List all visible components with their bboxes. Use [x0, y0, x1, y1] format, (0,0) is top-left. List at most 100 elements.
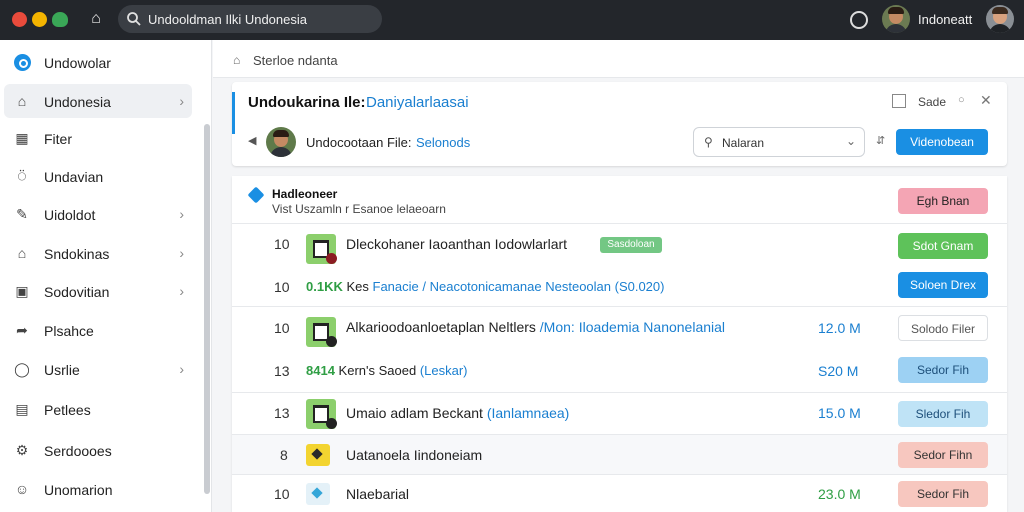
avatar[interactable]: [882, 5, 910, 33]
sidebar-item-label: Uidoldot: [44, 207, 96, 223]
sidebar-item-label: Undowolar: [44, 55, 111, 71]
status-badge: Sasdoloan: [600, 237, 662, 253]
user-name[interactable]: Indoneatt: [918, 12, 972, 27]
table-row[interactable]: 10 Alkarioodoanloetaplan Neltlers /Mon: …: [232, 307, 1007, 393]
chevron-right-icon: ›: [179, 245, 184, 261]
search-bar[interactable]: Undooldman Ilki Undonesia: [118, 5, 382, 33]
table-row[interactable]: 10 Nlaebarial 23.0 M Sedor Fih: [232, 475, 1007, 512]
row-number: 10: [274, 320, 290, 336]
sidebar-item-serdoooes[interactable]: ⚙ Serdoooes: [4, 433, 192, 467]
sidebar-item-usrlie[interactable]: ◯ Usrlie ›: [4, 352, 192, 386]
gear-icon: ⚙: [15, 442, 29, 458]
app-logo[interactable]: [12, 10, 72, 30]
row-secondary-button[interactable]: Soloen Drex: [898, 272, 988, 298]
sidebar-item-label: Sndokinas: [44, 246, 110, 262]
top-bar: ⌂ Undooldman Ilki Undonesia Indoneatt: [0, 0, 1024, 40]
sort-icon[interactable]: ⇵: [876, 134, 885, 147]
chevron-right-icon: ›: [179, 206, 184, 222]
file-name[interactable]: Umaio adlam Beckant (Ianlamnaea): [346, 405, 569, 421]
row-action-button[interactable]: Sdot Gnam: [898, 233, 988, 259]
sidebar-item-plsahce[interactable]: ➦ Plsahce: [4, 313, 192, 347]
list-header-subtitle: Vist Uszamln r Esanoe lelaeoarn: [272, 202, 446, 216]
sidebar-item-undavian[interactable]: ⍥ Undavian: [4, 159, 192, 193]
sidebar-item-label: Unomarion: [44, 482, 113, 498]
header-action-button[interactable]: Egh Bnan: [898, 188, 988, 214]
file-label: Undocootaan File:: [306, 135, 412, 150]
profile-avatar[interactable]: [986, 5, 1014, 33]
diamond-icon: [247, 186, 265, 204]
row-action-button[interactable]: Sedor Fih: [898, 481, 988, 507]
search-icon: [127, 12, 141, 26]
table-row[interactable]: 10 Dleckohaner Iaoanthan Iodowlarlart Sa…: [232, 225, 1007, 307]
chevron-right-icon: ›: [179, 361, 184, 377]
filter-dropdown[interactable]: ⚲ Nalaran ⌄: [693, 127, 865, 157]
home-icon[interactable]: ⌂: [233, 53, 240, 67]
row-number: 13: [274, 363, 290, 379]
sidebar-scrollbar[interactable]: [204, 124, 210, 494]
file-size: 23.0 M: [818, 486, 861, 502]
sidebar-item-label: Usrlie: [44, 362, 80, 378]
pen-icon: ✎: [16, 206, 28, 222]
sidebar-item-filter[interactable]: ▦ Fiter: [4, 121, 192, 155]
sidebar-item-label: Sodovitian: [44, 284, 110, 300]
file-name[interactable]: Alkarioodoanloetaplan Neltlers /Mon: Ilo…: [346, 319, 725, 335]
page-title-accent: Daniyalarlaasai: [366, 94, 469, 111]
calendar-icon: ▦: [15, 130, 29, 146]
row-action-button[interactable]: Solodo Filer: [898, 315, 988, 341]
breadcrumb-text[interactable]: Sterloe ndanta: [253, 53, 338, 68]
options-icon[interactable]: ○: [958, 94, 965, 106]
home-icon[interactable]: ⌂: [86, 8, 106, 30]
sidebar-item-label: Petlees: [44, 402, 91, 418]
search-icon: ⚲: [704, 135, 713, 149]
layout-icon[interactable]: [892, 94, 906, 108]
chevron-right-icon: ›: [179, 93, 184, 109]
home-icon: ⌂: [17, 245, 27, 261]
sidebar-item-sodovitian[interactable]: ▣ Sodovitian ›: [4, 274, 192, 308]
row-action-button[interactable]: Sedor Fihn: [898, 442, 988, 468]
file-size: S20 M: [818, 363, 859, 379]
file-thumbnail: [306, 399, 337, 429]
file-list: Hadleoneer Vist Uszamln r Esanoe lelaeoa…: [232, 176, 1007, 512]
avatar: [266, 127, 296, 157]
file-size: 15.0 M: [818, 405, 861, 421]
row-action-button[interactable]: Sledor Fih: [898, 401, 988, 427]
page-title: Undoukarina Ile:: [248, 94, 366, 111]
brand-icon: [14, 54, 31, 71]
sidebar-item-petlees[interactable]: ▤ Petlees: [4, 392, 192, 426]
table-row[interactable]: 8 Uatanoela Iindoneiam Sedor Fihn: [232, 435, 1007, 475]
person-icon: ☺: [14, 481, 30, 497]
row-number: 13: [274, 405, 290, 421]
back-arrow-icon[interactable]: ◀: [248, 134, 256, 147]
sidebar-item-label: Serdoooes: [44, 443, 112, 459]
save-label[interactable]: Sade: [918, 95, 946, 109]
sidebar-item-sndokinas[interactable]: ⌂ Sndokinas ›: [4, 236, 192, 270]
primary-button[interactable]: Videnobean: [896, 129, 988, 155]
row-details: 0.1KK Kes Fanacie / Neacotonicamanae Nes…: [306, 279, 665, 294]
sidebar-item-undonesia[interactable]: ⌂ Undonesia ›: [4, 84, 192, 118]
sidebar-item-uidoldot[interactable]: ✎ Uidoldot ›: [4, 197, 192, 231]
home-icon: ⌂: [17, 93, 27, 109]
row-number: 10: [274, 236, 290, 252]
table-row[interactable]: 13 Umaio adlam Beckant (Ianlamnaea) 15.0…: [232, 393, 1007, 435]
sidebar-item-home[interactable]: Undowolar: [4, 45, 192, 79]
search-input[interactable]: Undooldman Ilki Undonesia: [148, 12, 307, 27]
settings-icon[interactable]: [850, 11, 868, 29]
sidebar-item-unomarion[interactable]: ☺ Unomarion: [4, 472, 192, 506]
sidebar: Undowolar ⌂ Undonesia › ▦ Fiter ⍥ Undavi…: [0, 40, 212, 512]
file-selection[interactable]: Selonods: [416, 135, 470, 150]
sidebar-item-label: Plsahce: [44, 323, 94, 339]
file-name[interactable]: Dleckohaner Iaoanthan Iodowlarlart: [346, 236, 567, 252]
row-details: 8414 Kern's Saoed (Leskar): [306, 363, 468, 378]
file-name[interactable]: Nlaebarial: [346, 486, 409, 502]
filter-value: Nalaran: [722, 136, 765, 150]
chevron-down-icon: ⌄: [845, 134, 856, 148]
doc-icon: ▤: [15, 401, 29, 417]
row-number: 10: [274, 279, 290, 295]
file-thumbnail: [306, 234, 337, 264]
row-number: 8: [280, 447, 288, 463]
box-icon: ▣: [15, 283, 29, 299]
file-thumbnail: [306, 444, 330, 466]
row-secondary-button[interactable]: Sedor Fih: [898, 357, 988, 383]
file-name[interactable]: Uatanoela Iindoneiam: [346, 447, 482, 463]
close-icon[interactable]: ✕: [980, 92, 992, 109]
